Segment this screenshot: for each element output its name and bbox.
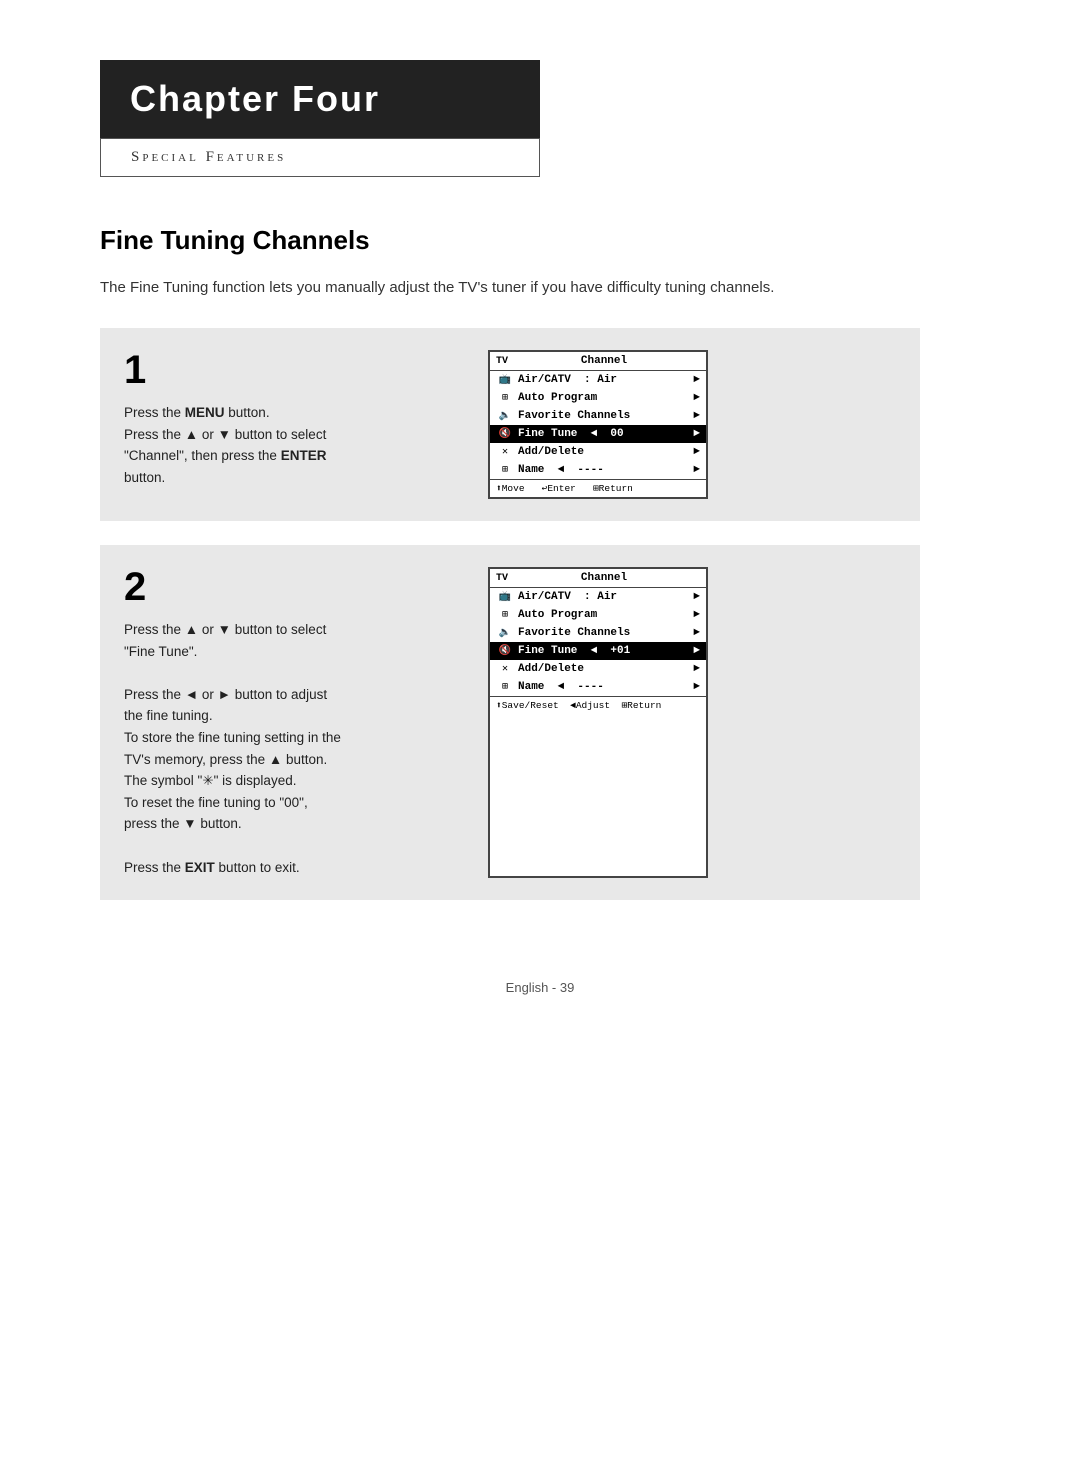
tv-footer-2: ⬆Save/Reset ◄Adjust ⊞Return (490, 696, 706, 714)
row-label: Fine Tune ◄ 00 (518, 428, 624, 440)
tv-row-content: Fine Tune ◄ +01 ► (518, 645, 700, 657)
program-icon: ⊞ (496, 392, 514, 404)
tv-row: 📺 Air/CATV : Air ► (490, 588, 706, 606)
tv-row-content: Fine Tune ◄ 00 ► (518, 428, 700, 440)
row-value: ► (693, 681, 700, 693)
tv-footer-1: ⬆Move ↩Enter ⊞Return (490, 479, 706, 497)
step-2-left: 2 Press the ▲ or ▼ button to select "Fin… (124, 567, 464, 878)
row-label: Favorite Channels (518, 627, 630, 639)
tv-channel-2: Channel (508, 572, 700, 584)
add-icon: ✕ (496, 663, 514, 675)
row-value: ► (693, 464, 700, 476)
row-label: Auto Program (518, 392, 597, 404)
chapter-header: Chapter Four Special Features (100, 60, 980, 177)
tv-row-highlighted: 🔇 Fine Tune ◄ +01 ► (490, 642, 706, 660)
step-1-box: 1 Press the MENU button. Press the ▲ or … (100, 328, 920, 521)
name-icon: ⊞ (496, 681, 514, 693)
step-1-text: Press the MENU button. Press the ▲ or ▼ … (124, 402, 464, 488)
tv-row-content: Auto Program ► (518, 609, 700, 621)
row-value: ► (693, 410, 700, 422)
tune-icon: 🔇 (496, 645, 514, 657)
tv-header-1: TV Channel (490, 352, 706, 371)
tv-row-content: Add/Delete ► (518, 446, 700, 458)
row-value: ► (693, 392, 700, 404)
tv-row-content: Name ◄ ---- ► (518, 681, 700, 693)
tv-header-2: TV Channel (490, 569, 706, 588)
row-value: ► (693, 446, 700, 458)
chapter-subtitle: Special Features (131, 149, 509, 166)
row-value: ► (693, 374, 700, 386)
row-label: Name ◄ ---- (518, 464, 604, 476)
row-label: Favorite Channels (518, 410, 630, 422)
favorite-icon: 🔈 (496, 627, 514, 639)
row-value: ► (693, 609, 700, 621)
tv-row: 🔈 Favorite Channels ► (490, 624, 706, 642)
tv-label-2: TV (496, 573, 508, 584)
chapter-subtitle-box: Special Features (100, 138, 540, 177)
program-icon: ⊞ (496, 609, 514, 621)
footer-text: ⬆Save/Reset ◄Adjust ⊞Return (496, 700, 661, 711)
tv-row: ✕ Add/Delete ► (490, 443, 706, 461)
row-value: ► (693, 627, 700, 639)
tv-row-content: Air/CATV : Air ► (518, 591, 700, 603)
row-label: Auto Program (518, 609, 597, 621)
row-value: ► (693, 663, 700, 675)
tv-row-content: Favorite Channels ► (518, 410, 700, 422)
row-label: Air/CATV : Air (518, 374, 617, 386)
row-label: Add/Delete (518, 663, 584, 675)
page-number: English - 39 (506, 980, 575, 995)
tv-row: ⊞ Name ◄ ---- ► (490, 678, 706, 696)
antenna-icon: 📺 (496, 591, 514, 603)
tv-label-1: TV (496, 356, 508, 367)
tv-body-1: 📺 Air/CATV : Air ► ⊞ Auto Program ► 🔈 Fa… (490, 371, 706, 479)
row-label: Air/CATV : Air (518, 591, 617, 603)
tv-row: ✕ Add/Delete ► (490, 660, 706, 678)
section-title: Fine Tuning Channels (100, 225, 980, 256)
favorite-icon: 🔈 (496, 410, 514, 422)
intro-text: The Fine Tuning function lets you manual… (100, 276, 920, 300)
step-2-number: 2 (124, 567, 464, 607)
tv-row: ⊞ Auto Program ► (490, 389, 706, 407)
step-1-number: 1 (124, 350, 464, 390)
tv-row-content: Add/Delete ► (518, 663, 700, 675)
chapter-title-box: Chapter Four (100, 60, 540, 138)
page-footer: English - 39 (100, 980, 980, 995)
tv-channel-1: Channel (508, 355, 700, 367)
row-value: ► (693, 591, 700, 603)
step-2-text: Press the ▲ or ▼ button to select "Fine … (124, 619, 464, 878)
tv-row-content: Favorite Channels ► (518, 627, 700, 639)
step-1-left: 1 Press the MENU button. Press the ▲ or … (124, 350, 464, 499)
tv-row-content: Name ◄ ---- ► (518, 464, 700, 476)
row-label: Fine Tune ◄ +01 (518, 645, 630, 657)
antenna-icon: 📺 (496, 374, 514, 386)
tv-row-content: Auto Program ► (518, 392, 700, 404)
footer-text: ⬆Move ↩Enter ⊞Return (496, 483, 633, 494)
step-1-screen: TV Channel 📺 Air/CATV : Air ► ⊞ Auto Pro… (488, 350, 708, 499)
row-value: ► (693, 428, 700, 440)
name-icon: ⊞ (496, 464, 514, 476)
row-value: ► (693, 645, 700, 657)
tv-row: ⊞ Name ◄ ---- ► (490, 461, 706, 479)
chapter-title: Chapter Four (130, 78, 510, 120)
tv-row: 🔈 Favorite Channels ► (490, 407, 706, 425)
tv-row-highlighted: 🔇 Fine Tune ◄ 00 ► (490, 425, 706, 443)
step-2-screen: TV Channel 📺 Air/CATV : Air ► ⊞ Auto Pro… (488, 567, 708, 878)
row-label: Name ◄ ---- (518, 681, 604, 693)
add-icon: ✕ (496, 446, 514, 458)
tv-body-2: 📺 Air/CATV : Air ► ⊞ Auto Program ► 🔈 Fa… (490, 588, 706, 696)
step-2-box: 2 Press the ▲ or ▼ button to select "Fin… (100, 545, 920, 900)
tv-row: 📺 Air/CATV : Air ► (490, 371, 706, 389)
tv-row: ⊞ Auto Program ► (490, 606, 706, 624)
tv-row-content: Air/CATV : Air ► (518, 374, 700, 386)
row-label: Add/Delete (518, 446, 584, 458)
tune-icon: 🔇 (496, 428, 514, 440)
